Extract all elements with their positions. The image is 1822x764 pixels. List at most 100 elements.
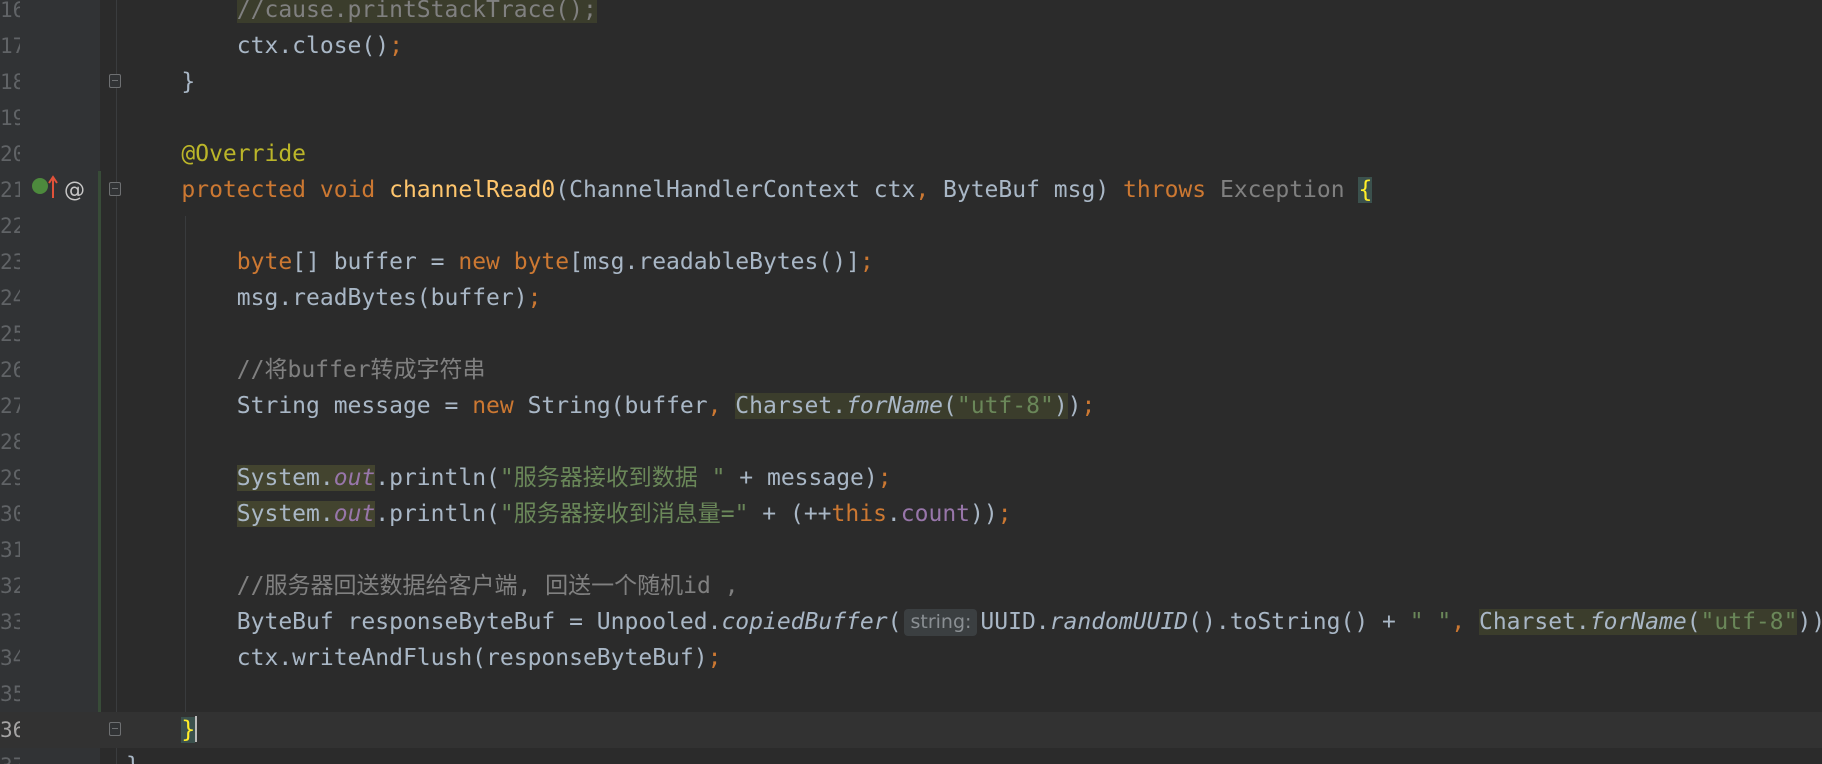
line-number[interactable]: 34 xyxy=(0,640,20,676)
code-token: out xyxy=(333,465,376,491)
code-text[interactable]: //服务器回送数据给客户端, 回送一个随机id , xyxy=(126,568,739,604)
code-line[interactable]: 17 ctx.close(); xyxy=(0,28,1822,64)
code-token: forName xyxy=(846,393,944,419)
line-number[interactable]: 33 xyxy=(0,604,20,640)
code-line[interactable]: 21 @ protected void channelRead0(ChannelH… xyxy=(0,172,1822,208)
code-text[interactable]: String message = new String(buffer, Char… xyxy=(126,388,1095,424)
code-line[interactable]: 20 @Override xyxy=(0,136,1822,172)
code-line[interactable]: 29 System.out.println("服务器接收到数据 " + mess… xyxy=(0,460,1822,496)
fold-toggle-icon[interactable] xyxy=(109,722,121,736)
code-line[interactable]: 35 xyxy=(0,676,1822,712)
code-line[interactable]: 16 //cause.printStackTrace(); xyxy=(0,0,1822,28)
code-token: Exception xyxy=(1219,177,1359,203)
code-line[interactable]: 34 ctx.writeAndFlush(responseByteBuf); xyxy=(0,640,1822,676)
code-text[interactable]: System.out.println("服务器接收到数据 " + message… xyxy=(126,460,892,496)
code-line[interactable]: 19 xyxy=(0,100,1822,136)
line-number[interactable]: 24 xyxy=(0,280,20,316)
code-text[interactable]: byte[] buffer = new byte[msg.readableByt… xyxy=(126,244,874,280)
code-text[interactable]: ctx.close(); xyxy=(126,28,403,64)
code-token: protected void xyxy=(181,177,390,203)
code-line[interactable]: 30 System.out.println("服务器接收到消息量=" + (++… xyxy=(0,496,1822,532)
code-token: Charset. xyxy=(735,393,847,419)
line-number[interactable]: 32 xyxy=(0,568,20,604)
code-text[interactable]: } xyxy=(126,712,198,748)
code-token: channelRead0 xyxy=(389,177,556,203)
line-number[interactable]: 35 xyxy=(0,676,20,712)
code-token: String(buffer xyxy=(527,393,708,419)
code-token: ; xyxy=(997,501,1012,527)
code-text[interactable]: //将buffer转成字符串 xyxy=(126,352,486,388)
code-text[interactable]: msg.readBytes(buffer); xyxy=(126,280,542,316)
code-line[interactable]: 22 xyxy=(0,208,1822,244)
override-arrow-icon[interactable] xyxy=(47,174,59,200)
code-token: this xyxy=(831,501,887,527)
code-token: System. xyxy=(236,465,334,491)
code-text[interactable]: ctx.writeAndFlush(responseByteBuf); xyxy=(126,640,722,676)
line-number[interactable]: 17 xyxy=(0,28,20,64)
line-number[interactable]: 36 xyxy=(0,712,20,748)
fold-toggle-icon[interactable] xyxy=(109,74,121,88)
code-line[interactable]: 23 byte[] buffer = new byte[msg.readable… xyxy=(0,244,1822,280)
line-number[interactable]: 25 xyxy=(0,316,20,352)
line-number[interactable]: 30 xyxy=(0,496,20,532)
code-text[interactable]: } xyxy=(126,748,140,764)
line-number[interactable]: 18 xyxy=(0,64,20,100)
code-line[interactable]: 18 } xyxy=(0,64,1822,100)
code-token: [msg.readableBytes()] xyxy=(569,249,860,275)
code-token: )) xyxy=(1797,609,1822,635)
code-line[interactable]: 26 //将buffer转成字符串 xyxy=(0,352,1822,388)
code-line[interactable]: 28 xyxy=(0,424,1822,460)
code-text[interactable]: protected void channelRead0(ChannelHandl… xyxy=(126,172,1373,208)
annotation-marker-icon[interactable]: @ xyxy=(64,172,85,208)
line-number[interactable]: 29 xyxy=(0,460,20,496)
code-text[interactable]: } xyxy=(126,64,195,100)
code-token: ( xyxy=(943,393,957,419)
code-token: copiedBuffer xyxy=(721,609,888,635)
code-line[interactable]: 36 } xyxy=(0,712,1822,748)
code-token: ; xyxy=(877,465,892,491)
code-token: )) xyxy=(970,501,998,527)
code-line[interactable]: 25 xyxy=(0,316,1822,352)
code-text[interactable]: ByteBuf responseByteBuf = Unpooled.copie… xyxy=(126,604,1822,640)
code-line[interactable]: 33 ByteBuf responseByteBuf = Unpooled.co… xyxy=(0,604,1822,640)
line-number[interactable]: 27 xyxy=(0,388,20,424)
code-line[interactable]: 32 //服务器回送数据给客户端, 回送一个随机id , xyxy=(0,568,1822,604)
code-token: ctx.writeAndFlush(responseByteBuf) xyxy=(236,645,708,671)
code-line[interactable]: 27 String message = new String(buffer, C… xyxy=(0,388,1822,424)
code-line[interactable]: 31 xyxy=(0,532,1822,568)
code-token: ; xyxy=(859,249,874,275)
line-number[interactable]: 22 xyxy=(0,208,20,244)
code-line[interactable]: 24 msg.readBytes(buffer); xyxy=(0,280,1822,316)
line-number[interactable]: 37 xyxy=(0,748,20,764)
line-number[interactable]: 26 xyxy=(0,352,20,388)
code-line[interactable]: 37} xyxy=(0,748,1822,764)
code-token: ().toString() + xyxy=(1188,609,1410,635)
fold-toggle-icon[interactable] xyxy=(109,182,121,196)
code-editor[interactable]: 16 //cause.printStackTrace(); 17 ctx.clos… xyxy=(0,0,1822,764)
line-number[interactable]: 21 xyxy=(0,172,20,208)
code-text[interactable]: @Override xyxy=(126,136,306,172)
parameter-name-hint: string: xyxy=(904,609,978,636)
line-number[interactable]: 19 xyxy=(0,100,20,136)
code-text[interactable]: System.out.println("服务器接收到消息量=" + (++thi… xyxy=(126,496,1012,532)
code-token: .println( xyxy=(375,465,500,491)
code-token: ByteBuf responseByteBuf = Unpooled. xyxy=(236,609,722,635)
code-token: byte xyxy=(236,249,293,275)
code-token: ; xyxy=(707,645,722,671)
code-token: + (++ xyxy=(748,501,832,527)
line-number[interactable]: 23 xyxy=(0,244,20,280)
implements-interface-icon[interactable] xyxy=(32,178,48,194)
code-token: UUID. xyxy=(980,609,1050,635)
line-number[interactable]: 16 xyxy=(0,0,20,28)
line-number[interactable]: 20 xyxy=(0,136,20,172)
line-number[interactable]: 28 xyxy=(0,424,20,460)
code-text[interactable]: //cause.printStackTrace(); xyxy=(126,0,597,28)
line-number[interactable]: 31 xyxy=(0,532,20,568)
